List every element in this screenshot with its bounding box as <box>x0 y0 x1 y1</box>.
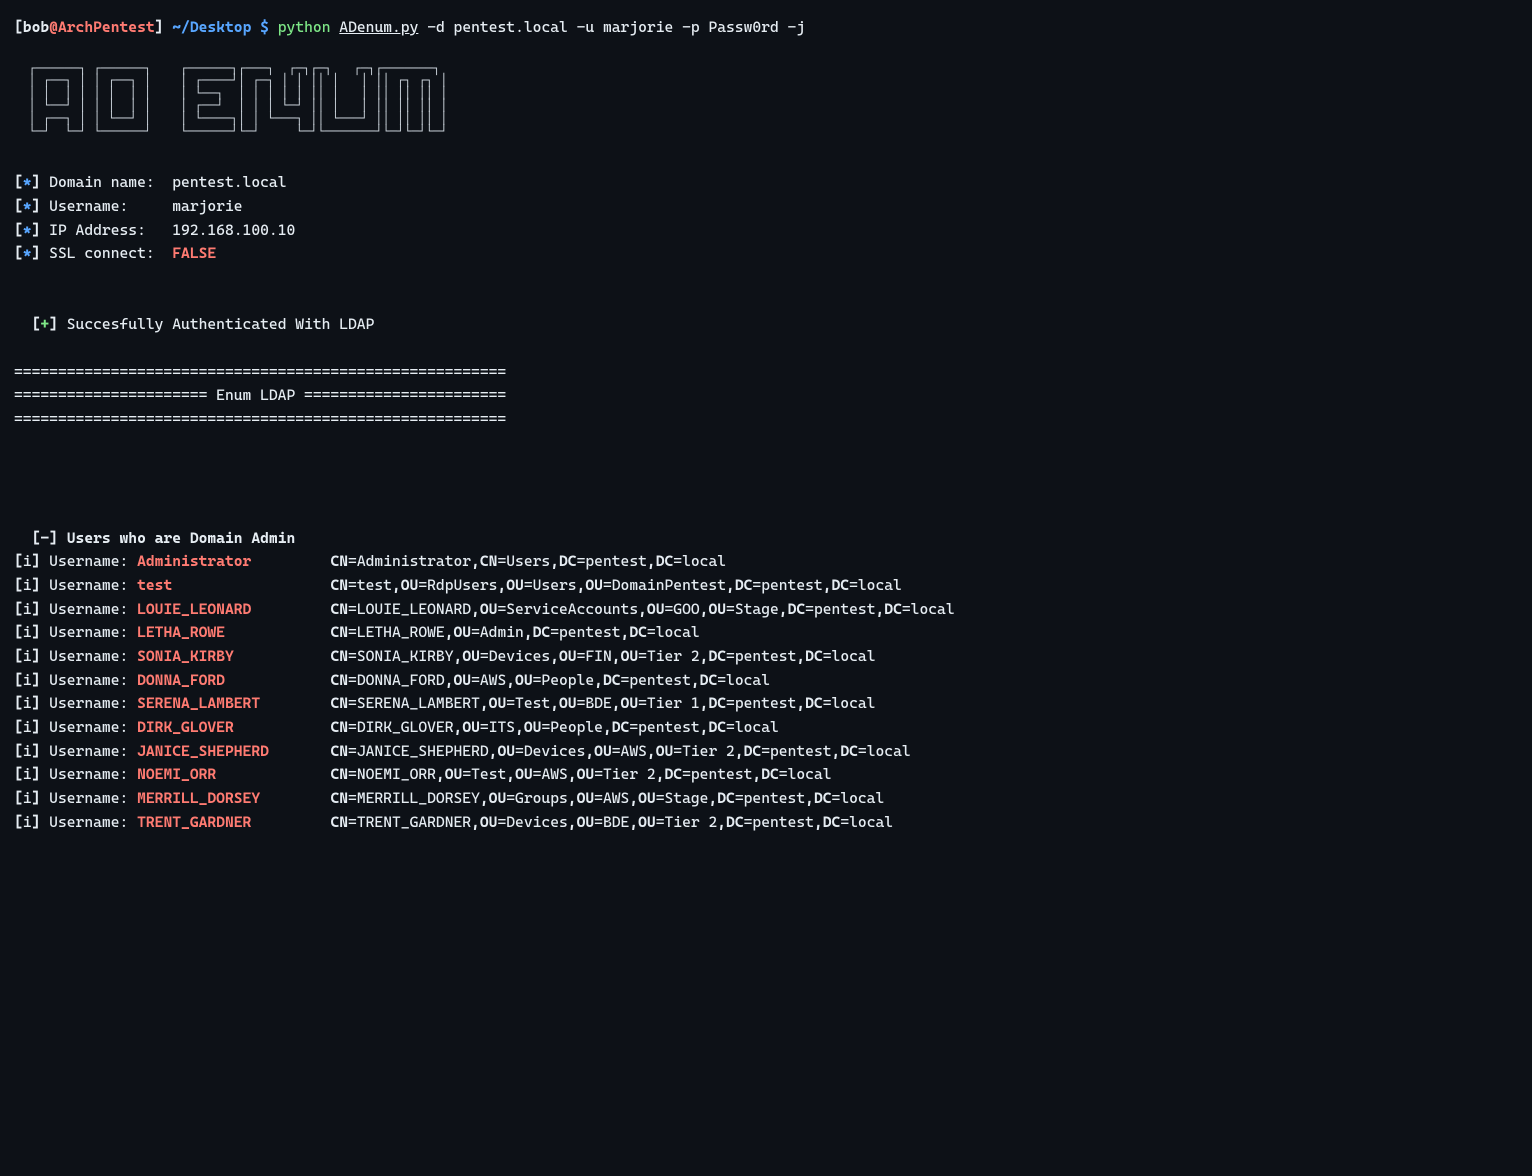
prompt-user: bob <box>23 18 49 36</box>
rule-bot: ========================================… <box>14 408 1518 432</box>
dn: CN=Administrator,CN=Users,DC=pentest,DC=… <box>330 552 726 570</box>
prompt-line[interactable]: [bob@ArchPentest] ~/Desktop $ python ADe… <box>14 16 1518 40</box>
info-line: [*] IP Address: 192.168.100.10 <box>14 219 1518 243</box>
username: MERRILL_DORSEY <box>137 789 260 807</box>
dn: CN=test,OU=RdpUsers,OU=Users,OU=DomainPe… <box>330 576 901 594</box>
user-row: [i] Username: LETHA_ROWE CN=LETHA_ROWE,O… <box>14 621 1518 645</box>
username: LETHA_ROWE <box>137 623 225 641</box>
user-row: [i] Username: Administrator CN=Administr… <box>14 550 1518 574</box>
prompt-at: @ <box>49 18 58 36</box>
dn: CN=LOUIE_LEONARD,OU=ServiceAccounts,OU=G… <box>330 600 954 618</box>
prompt-dollar: $ <box>260 18 269 36</box>
user-row: [i] Username: DIRK_GLOVER CN=DIRK_GLOVER… <box>14 716 1518 740</box>
user-row: [i] Username: SONIA_KIRBY CN=SONIA_KIRBY… <box>14 645 1518 669</box>
dn: CN=JANICE_SHEPHERD,OU=Devices,OU=AWS,OU=… <box>330 742 910 760</box>
rule-top: ========================================… <box>14 361 1518 385</box>
auth-line: [+] Succesfully Authenticated With LDAP <box>14 290 1518 337</box>
user-row: [i] Username: JANICE_SHEPHERD CN=JANICE_… <box>14 740 1518 764</box>
info-line: [*] SSL connect: FALSE <box>14 242 1518 266</box>
section-label: ====================== Enum LDAP =======… <box>14 384 1518 408</box>
user-row: [i] Username: TRENT_GARDNER CN=TRENT_GAR… <box>14 811 1518 835</box>
username: Administrator <box>137 552 251 570</box>
prompt-python: python <box>278 18 331 36</box>
prompt-path: ~/Desktop <box>172 18 251 36</box>
user-row: [i] Username: test CN=test,OU=RdpUsers,O… <box>14 574 1518 598</box>
info-block: [*] Domain name: pentest.local[*] Userna… <box>14 171 1518 266</box>
info-line: [*] Username: marjorie <box>14 195 1518 219</box>
dn: CN=SERENA_LAMBERT,OU=Test,OU=BDE,OU=Tier… <box>330 694 875 712</box>
username: SONIA_KIRBY <box>137 647 234 665</box>
dn: CN=LETHA_ROWE,OU=Admin,DC=pentest,DC=loc… <box>330 623 699 641</box>
user-row: [i] Username: NOEMI_ORR CN=NOEMI_ORR,OU=… <box>14 763 1518 787</box>
users-header: [-] Users who are Domain Admin <box>14 503 1518 550</box>
prompt-args: -d pentest.local -u marjorie -p Passw0rd… <box>427 18 805 36</box>
dn: CN=TRENT_GARDNER,OU=Devices,OU=BDE,OU=Ti… <box>330 813 893 831</box>
prompt-script: ADenum.py <box>339 18 418 36</box>
users-block: [i] Username: Administrator CN=Administr… <box>14 550 1518 834</box>
prompt-host: ArchPentest <box>58 18 155 36</box>
info-line: [*] Domain name: pentest.local <box>14 171 1518 195</box>
username: LOUIE_LEONARD <box>137 600 251 618</box>
dn: CN=NOEMI_ORR,OU=Test,OU=AWS,OU=Tier 2,DC… <box>330 765 831 783</box>
dn: CN=MERRILL_DORSEY,OU=Groups,OU=AWS,OU=St… <box>330 789 884 807</box>
dn: CN=DIRK_GLOVER,OU=ITS,OU=People,DC=pente… <box>330 718 778 736</box>
user-row: [i] Username: SERENA_LAMBERT CN=SERENA_L… <box>14 692 1518 716</box>
username: DIRK_GLOVER <box>137 718 234 736</box>
username: NOEMI_ORR <box>137 765 216 783</box>
username: test <box>137 576 172 594</box>
username: SERENA_LAMBERT <box>137 694 260 712</box>
user-row: [i] Username: MERRILL_DORSEY CN=MERRILL_… <box>14 787 1518 811</box>
dn: CN=SONIA_KIRBY,OU=Devices,OU=FIN,OU=Tier… <box>330 647 875 665</box>
dn: CN=DONNA_FORD,OU=AWS,OU=People,DC=pentes… <box>330 671 770 689</box>
username: DONNA_FORD <box>137 671 225 689</box>
user-row: [i] Username: DONNA_FORD CN=DONNA_FORD,O… <box>14 669 1518 693</box>
ascii-banner: ┌──────┐ ┌──────┐ ┌──────┐┌───┐ ┌─┐┌─┐ ┌… <box>14 62 1518 138</box>
username: JANICE_SHEPHERD <box>137 742 269 760</box>
username: TRENT_GARDNER <box>137 813 251 831</box>
user-row: [i] Username: LOUIE_LEONARD CN=LOUIE_LEO… <box>14 598 1518 622</box>
